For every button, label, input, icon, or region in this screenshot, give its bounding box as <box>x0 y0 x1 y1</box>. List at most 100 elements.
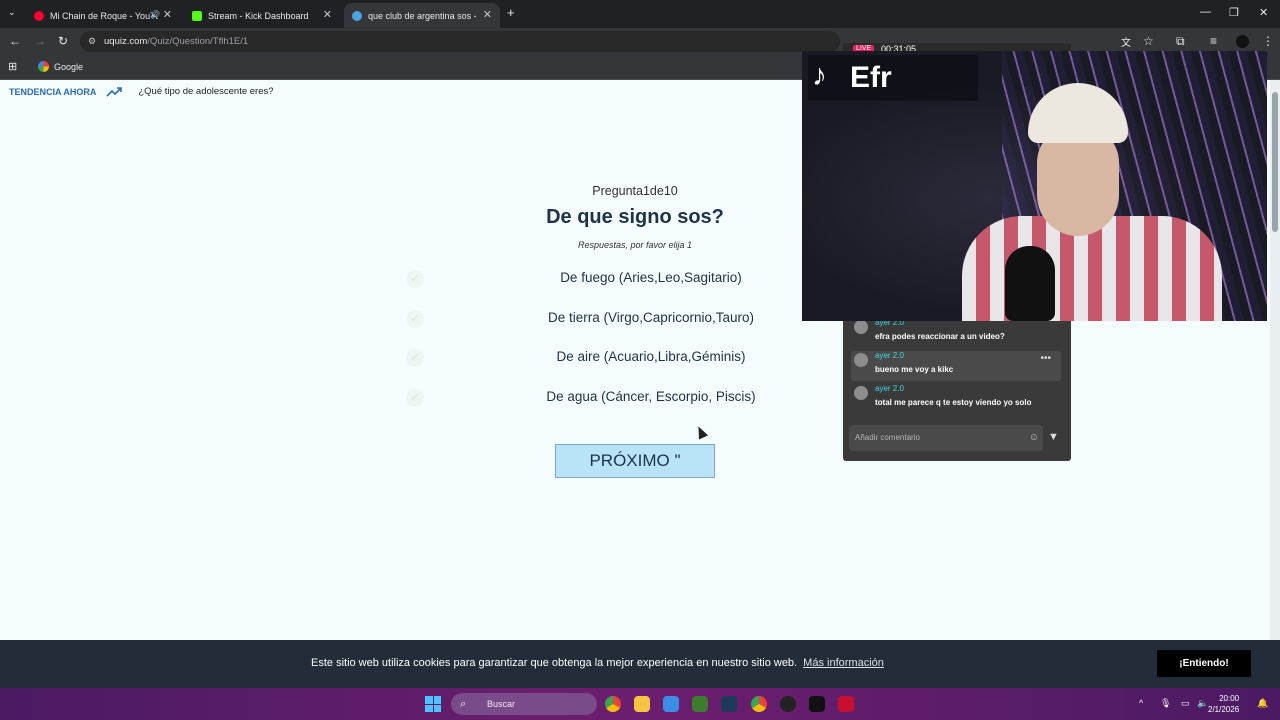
cookie-text: Este sitio web utiliza cookies para gara… <box>311 657 798 669</box>
tab-youtube[interactable]: Mi Chain de Roque - YouTube 🔊 ✕ <box>26 3 180 28</box>
maximize-button[interactable]: ❐ <box>1229 6 1239 19</box>
chat-text: efra podes reaccionar a un video? <box>875 332 1005 341</box>
chrome-active-icon[interactable] <box>751 696 767 712</box>
tab-label: Mi Chain de Roque - YouTube <box>50 10 158 21</box>
tab-label: que club de argentina sos - Test <box>368 10 476 21</box>
bookmark-google[interactable]: Google <box>38 61 83 72</box>
chat-username[interactable]: ayer 2.0 <box>875 384 904 393</box>
clock-time: 20:00 <box>1219 694 1240 703</box>
check-icon: ✓ <box>406 349 424 367</box>
obs-icon[interactable] <box>780 696 796 712</box>
reload-icon[interactable]: ↻ <box>58 34 68 48</box>
profile-avatar[interactable] <box>1236 35 1249 48</box>
trending-label: TENDENCIA AHORA <box>9 86 97 97</box>
close-window-button[interactable]: ✕ <box>1259 6 1268 19</box>
check-icon: ✓ <box>406 270 424 288</box>
avatar <box>854 386 868 400</box>
trending-bar: TENDENCIA AHORA ¿Qué tipo de adolescente… <box>9 86 274 97</box>
cookie-text-wrap: Este sitio web utiliza cookies para gara… <box>311 657 884 669</box>
tab-search-icon[interactable]: ⌄ <box>8 7 16 18</box>
close-tab-icon[interactable]: ✕ <box>323 8 332 21</box>
chat-text: total me parece q te estoy viendo yo sol… <box>875 398 1032 407</box>
google-icon <box>38 61 49 72</box>
more-info-link[interactable]: Más información <box>803 657 884 669</box>
tiktok-logo-icon: ♪ <box>812 59 827 92</box>
url-host: uquiz.com <box>104 36 148 47</box>
windows-start-icon[interactable] <box>425 696 441 712</box>
minecraft-icon[interactable] <box>692 696 708 712</box>
more-options-icon[interactable]: ••• <box>1040 353 1051 364</box>
minimize-button[interactable]: — <box>1200 6 1211 18</box>
tray-chevron-icon[interactable]: ^ <box>1139 698 1143 708</box>
site-info-icon[interactable]: ⚙ <box>88 31 96 52</box>
clock-date: 2/1/2026 <box>1208 705 1240 714</box>
bookmark-star-icon[interactable]: ☆ <box>1143 34 1154 48</box>
answer-label: De fuego (Aries,Leo,Sagitario) <box>560 270 742 285</box>
avatar <box>854 353 868 367</box>
answer-option[interactable]: ✓ De agua (Cáncer, Escorpio, Piscis) <box>400 383 900 413</box>
network-icon[interactable]: ▭ <box>1181 698 1190 709</box>
tiktok-username: Efr <box>850 61 892 94</box>
reading-list-icon[interactable]: ≡ <box>1210 34 1217 48</box>
webcam-feed: ♪ Efr <box>802 51 1267 321</box>
check-icon: ✓ <box>406 310 424 328</box>
taskbar-search[interactable]: ⌕ Buscar <box>451 693 597 715</box>
close-tab-icon[interactable]: ✕ <box>163 8 172 21</box>
microphone <box>1005 246 1055 321</box>
taskbar: ⌕ Buscar ^ 🎙 ▭ 🔈 20:00 2/1/2026 🔔 <box>0 688 1280 720</box>
tiktok-app-icon[interactable] <box>809 696 825 712</box>
close-tab-icon[interactable]: ✕ <box>483 8 492 21</box>
mouse-cursor <box>693 424 709 440</box>
address-bar[interactable]: ⚙ uquiz.com/Quiz/Question/Tflh1E/1 <box>80 31 840 52</box>
emoji-icon[interactable]: ☺ <box>1029 425 1039 451</box>
store-icon[interactable] <box>663 696 679 712</box>
tab-strip: ⌄ Mi Chain de Roque - YouTube 🔊 ✕ Stream… <box>0 0 1280 28</box>
bookmark-label: Google <box>54 61 84 72</box>
tab-label: Stream - Kick Dashboard <box>208 10 309 21</box>
chrome-app-icon[interactable] <box>605 696 621 712</box>
microphone-icon[interactable]: 🎙 <box>1160 698 1171 709</box>
avatar <box>854 320 868 334</box>
cookie-banner: Este sitio web utiliza cookies para gara… <box>0 640 1280 688</box>
streaming-app-icon[interactable] <box>838 696 854 712</box>
trending-quiz-link[interactable]: ¿Qué tipo de adolescente eres? <box>138 86 273 97</box>
next-button[interactable]: PRÓXIMO " <box>555 444 715 478</box>
chat-text: bueno me voy a kikc <box>875 365 954 374</box>
send-icon[interactable]: ▼ <box>1048 431 1059 443</box>
tab-uquiz[interactable]: que club de argentina sos - Test ✕ <box>344 3 500 28</box>
forward-icon[interactable]: → <box>34 34 46 48</box>
stream-chat: ayer 2.0 efra podes reaccionar a un vide… <box>843 318 1071 461</box>
speaker-icon[interactable]: 🔊 <box>150 10 160 19</box>
volume-icon[interactable]: 🔈 <box>1197 698 1208 709</box>
chat-comment-input[interactable]: Añadir comentario ☺ <box>849 425 1043 451</box>
back-icon[interactable]: ← <box>9 34 21 48</box>
answer-label: De agua (Cáncer, Escorpio, Piscis) <box>546 389 756 404</box>
clock[interactable]: 20:00 2/1/2026 <box>1208 693 1239 715</box>
search-icon: ⌕ <box>460 698 467 710</box>
chat-username[interactable]: ayer 2.0 <box>875 351 904 360</box>
answer-label: De tierra (Virgo,Capricornio,Tauro) <box>547 310 755 325</box>
check-icon: ✓ <box>406 389 424 407</box>
tab-kick[interactable]: Stream - Kick Dashboard ✕ <box>184 3 340 28</box>
chat-input-placeholder: Añadir comentario <box>855 433 920 442</box>
chat-message: ayer 2.0 efra podes reaccionar a un vide… <box>851 318 1061 348</box>
accept-cookies-button[interactable]: ¡Entiendo! <box>1157 650 1251 677</box>
extensions-icon[interactable]: ⧉ <box>1176 34 1185 49</box>
tiktok-watermark: ♪ Efr <box>808 55 978 101</box>
chat-message: ayer 2.0 total me parece q te estoy vien… <box>851 384 1061 414</box>
scrollbar-thumb[interactable] <box>1272 92 1278 232</box>
url-path: /Quiz/Question/Tflh1E/1 <box>147 36 249 47</box>
menu-icon[interactable]: ⋮ <box>1262 34 1274 48</box>
page-scrollbar[interactable] <box>1270 80 1280 640</box>
translate-icon[interactable]: 文 <box>1121 34 1131 49</box>
answer-option[interactable]: ✓ De aire (Acuario,Libra,Géminis) <box>400 343 900 373</box>
notification-icon[interactable]: 🔔 <box>1257 698 1268 709</box>
file-explorer-icon[interactable] <box>634 696 650 712</box>
search-placeholder: Buscar <box>487 699 516 709</box>
apps-grid-icon[interactable]: ⊞ <box>8 60 17 73</box>
chat-message: ayer 2.0 bueno me voy a kikc ••• <box>851 351 1061 381</box>
kick-icon <box>192 10 202 21</box>
terminal-icon[interactable] <box>721 696 737 712</box>
answer-label: De aire (Acuario,Libra,Géminis) <box>556 349 746 364</box>
new-tab-button[interactable]: + <box>507 5 515 20</box>
